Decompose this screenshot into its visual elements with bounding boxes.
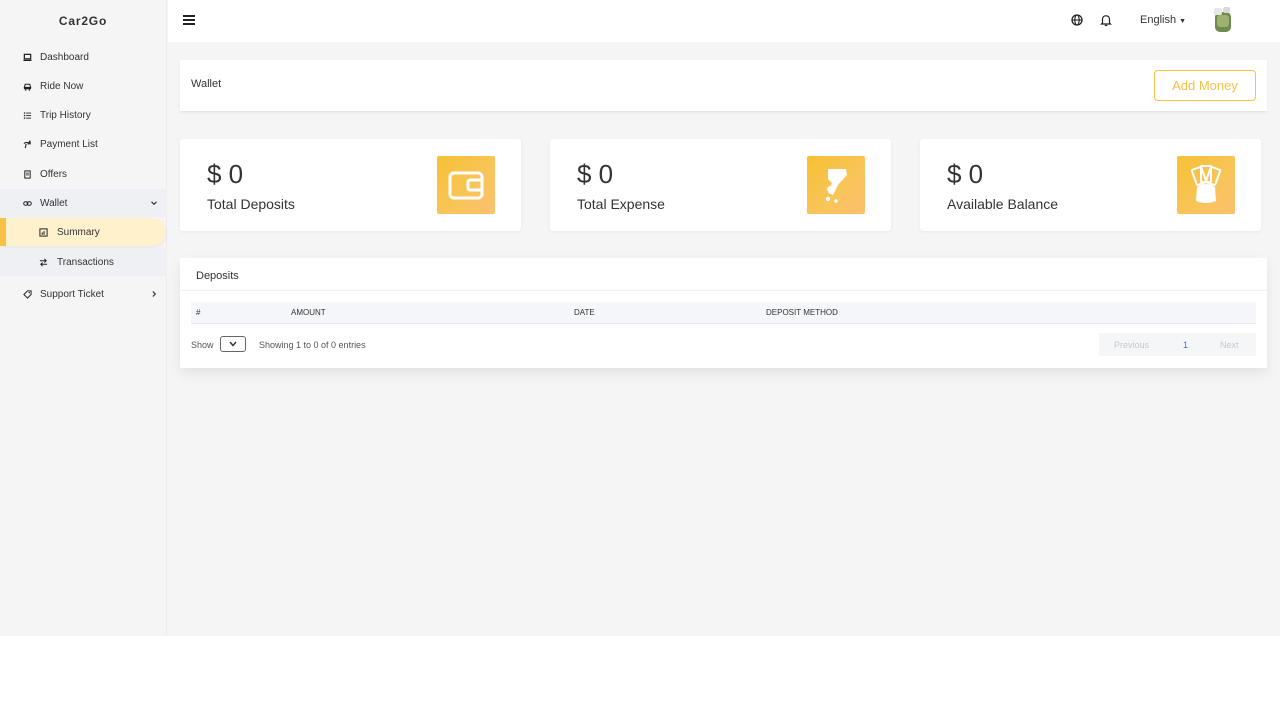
next-page-button[interactable]: Next	[1220, 340, 1239, 350]
sidebar-subitem-summary[interactable]: Summary	[0, 218, 166, 246]
chevron-down-icon	[151, 201, 157, 206]
show-label: Show	[191, 340, 214, 350]
add-money-button[interactable]: Add Money	[1154, 70, 1256, 101]
chevron-right-icon	[152, 291, 157, 297]
column-header-amount[interactable]: AMOUNT	[291, 308, 326, 317]
sidebar-item-label: Wallet	[40, 197, 68, 209]
stat-card-total-deposits: $ 0 Total Deposits	[180, 139, 521, 231]
sidebar-item-ride-now[interactable]: Ride Now	[0, 72, 167, 100]
app-shell: Car2Go Dashboard Ride Now Trip History P…	[0, 0, 1280, 636]
stat-amount: $ 0	[207, 159, 244, 189]
stat-amount: $ 0	[947, 159, 984, 189]
receipt-icon	[21, 168, 33, 180]
divider	[180, 290, 1267, 291]
table-header: # AMOUNT DATE DEPOSIT METHOD	[191, 302, 1256, 324]
sidebar-item-label: Support Ticket	[40, 288, 104, 300]
stat-label: Total Deposits	[207, 196, 295, 212]
stat-label: Available Balance	[947, 196, 1059, 212]
page-size-select[interactable]	[220, 336, 246, 352]
sidebar-item-label: Ride Now	[40, 80, 84, 92]
sidebar-item-label: Trip History	[40, 109, 91, 121]
sidebar-subitem-label: Transactions	[57, 256, 114, 268]
column-header-deposit-method[interactable]: DEPOSIT METHOD	[766, 308, 838, 317]
stat-amount: $ 0	[577, 159, 614, 189]
deposits-title: Deposits	[196, 270, 239, 282]
topbar: English ▼	[168, 0, 1280, 42]
column-header-date[interactable]: DATE	[574, 308, 595, 317]
bell-icon[interactable]	[1099, 13, 1113, 27]
brand-logo[interactable]: Car2Go	[0, 0, 166, 42]
tag-icon	[21, 288, 33, 300]
sidebar-subitem-label: Summary	[57, 226, 100, 238]
laptop-icon	[21, 51, 33, 63]
page-1-button[interactable]: 1	[1183, 340, 1188, 350]
page-header: Wallet Add Money	[180, 60, 1267, 112]
entries-info: Showing 1 to 0 of 0 entries	[259, 340, 366, 350]
language-dropdown[interactable]: English ▼	[1140, 14, 1186, 26]
sidebar-item-offers[interactable]: Offers	[0, 160, 167, 188]
sidebar-item-label: Offers	[40, 168, 68, 180]
sidebar-item-label: Payment List	[40, 138, 98, 150]
chart-icon	[37, 226, 49, 238]
car-icon	[21, 80, 33, 92]
language-label: English	[1140, 14, 1177, 26]
hand-expense-icon	[807, 156, 865, 214]
globe-icon[interactable]	[1070, 13, 1084, 27]
caret-down-icon: ▼	[1179, 18, 1187, 25]
sidebar: Car2Go Dashboard Ride Now Trip History P…	[0, 0, 167, 636]
sidebar-item-payment-list[interactable]: Payment List	[0, 130, 167, 158]
previous-page-button[interactable]: Previous	[1114, 340, 1149, 350]
page-title: Wallet	[191, 78, 222, 90]
sidebar-subitem-transactions[interactable]: Transactions	[0, 248, 167, 276]
money-bag-icon	[1177, 156, 1235, 214]
menu-toggle-icon[interactable]	[183, 15, 195, 25]
sidebar-item-dashboard[interactable]: Dashboard	[0, 43, 167, 71]
sidebar-item-label: Dashboard	[40, 51, 89, 63]
deposits-table-card: Deposits # AMOUNT DATE DEPOSIT METHOD Sh…	[180, 258, 1267, 368]
column-header-index[interactable]: #	[196, 308, 200, 317]
hand-coin-icon	[21, 138, 33, 150]
wallet-icon	[437, 156, 495, 214]
avatar[interactable]	[1212, 6, 1234, 34]
sidebar-item-wallet[interactable]: Wallet	[0, 189, 167, 217]
swap-icon	[37, 256, 49, 268]
stat-card-total-expense: $ 0 Total Expense	[550, 139, 891, 231]
stat-label: Total Expense	[577, 196, 665, 212]
link-icon	[21, 197, 33, 209]
chevron-down-icon	[229, 341, 237, 347]
stat-card-available-balance: $ 0 Available Balance	[920, 139, 1261, 231]
sidebar-item-support-ticket[interactable]: Support Ticket	[0, 280, 167, 308]
sidebar-item-trip-history[interactable]: Trip History	[0, 101, 167, 129]
pagination: Previous 1 Next	[1099, 333, 1256, 356]
list-icon	[21, 109, 33, 121]
